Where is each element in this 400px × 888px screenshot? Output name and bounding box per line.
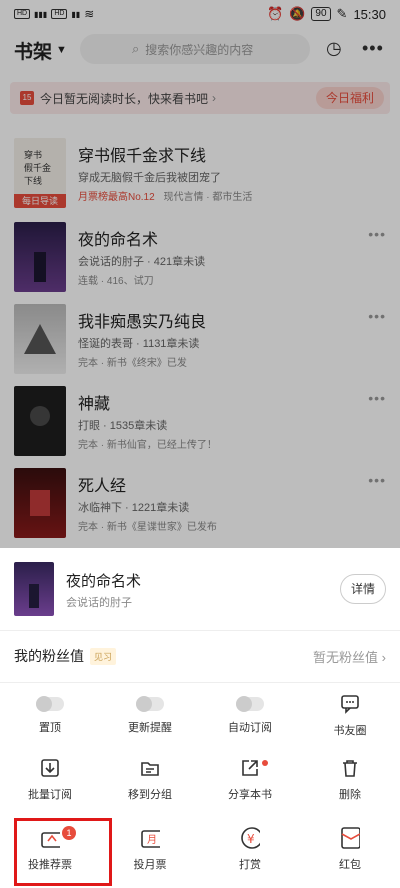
divider [0, 682, 400, 683]
toggle-switch[interactable] [236, 696, 264, 712]
option-label: 更新提醒 [128, 722, 172, 734]
sheet-book-author: 会说话的肘子 [66, 597, 132, 609]
option-label: 书友圈 [333, 725, 367, 737]
download-icon [40, 758, 60, 778]
move-group-button[interactable]: 移到分组 [100, 750, 200, 810]
highlight-box [14, 818, 112, 886]
options-row-2: 批量订阅 移到分组 分享本书 删除 [0, 750, 400, 810]
red-envelope-icon [340, 827, 360, 849]
book-options-sheet: 夜的命名术 会说话的肘子 详情 我的粉丝值 见习 暂无粉丝值 › 置顶 更新提醒… [0, 548, 400, 888]
option-label: 置顶 [39, 722, 61, 734]
folder-icon [140, 758, 160, 778]
fan-value-row[interactable]: 我的粉丝值 见习 暂无粉丝值 › [14, 644, 386, 668]
reward-button[interactable]: ¥ 打赏 [200, 820, 300, 880]
svg-text:月: 月 [147, 834, 157, 846]
option-label: 批量订阅 [28, 789, 72, 801]
share-icon [240, 758, 260, 778]
options-row-1: 置顶 更新提醒 自动订阅 书友圈 [0, 686, 400, 746]
chat-bubble-icon [340, 694, 360, 714]
red-envelope-button[interactable]: 红包 [300, 820, 400, 880]
option-label: 分享本书 [228, 789, 272, 801]
batch-subscribe-button[interactable]: 批量订阅 [0, 750, 100, 810]
fans-value: 暂无粉丝值 › [313, 649, 386, 665]
detail-button[interactable]: 详情 [340, 574, 386, 604]
fans-badge: 见习 [90, 647, 117, 665]
monthly-ticket-button[interactable]: 月 投月票 [100, 820, 200, 880]
modal-overlay[interactable] [0, 0, 400, 548]
option-label: 红包 [339, 859, 361, 871]
book-circle-button[interactable]: 书友圈 [300, 686, 400, 746]
monthly-ticket-icon: 月 [140, 828, 160, 848]
divider [0, 630, 400, 631]
update-reminder-toggle[interactable]: 更新提醒 [100, 686, 200, 746]
coin-icon: ¥ [240, 827, 260, 849]
option-label: 投月票 [133, 859, 167, 871]
svg-text:¥: ¥ [247, 832, 255, 846]
option-label: 删除 [339, 789, 361, 801]
option-label: 自动订阅 [228, 722, 272, 734]
toggle-switch[interactable] [36, 696, 64, 712]
option-label: 移到分组 [128, 789, 172, 801]
auto-subscribe-toggle[interactable]: 自动订阅 [200, 686, 300, 746]
option-label: 打赏 [239, 859, 261, 871]
toggle-switch[interactable] [136, 696, 164, 712]
trash-icon [340, 758, 360, 778]
fans-label: 我的粉丝值 [14, 648, 84, 664]
share-book-button[interactable]: 分享本书 [200, 750, 300, 810]
notification-dot [262, 760, 268, 766]
sheet-book-info: 夜的命名术 会说话的肘子 详情 [14, 562, 386, 618]
sheet-book-title: 夜的命名术 [66, 573, 142, 590]
delete-button[interactable]: 删除 [300, 750, 400, 810]
book-cover [14, 562, 54, 616]
pin-toggle[interactable]: 置顶 [0, 686, 100, 746]
